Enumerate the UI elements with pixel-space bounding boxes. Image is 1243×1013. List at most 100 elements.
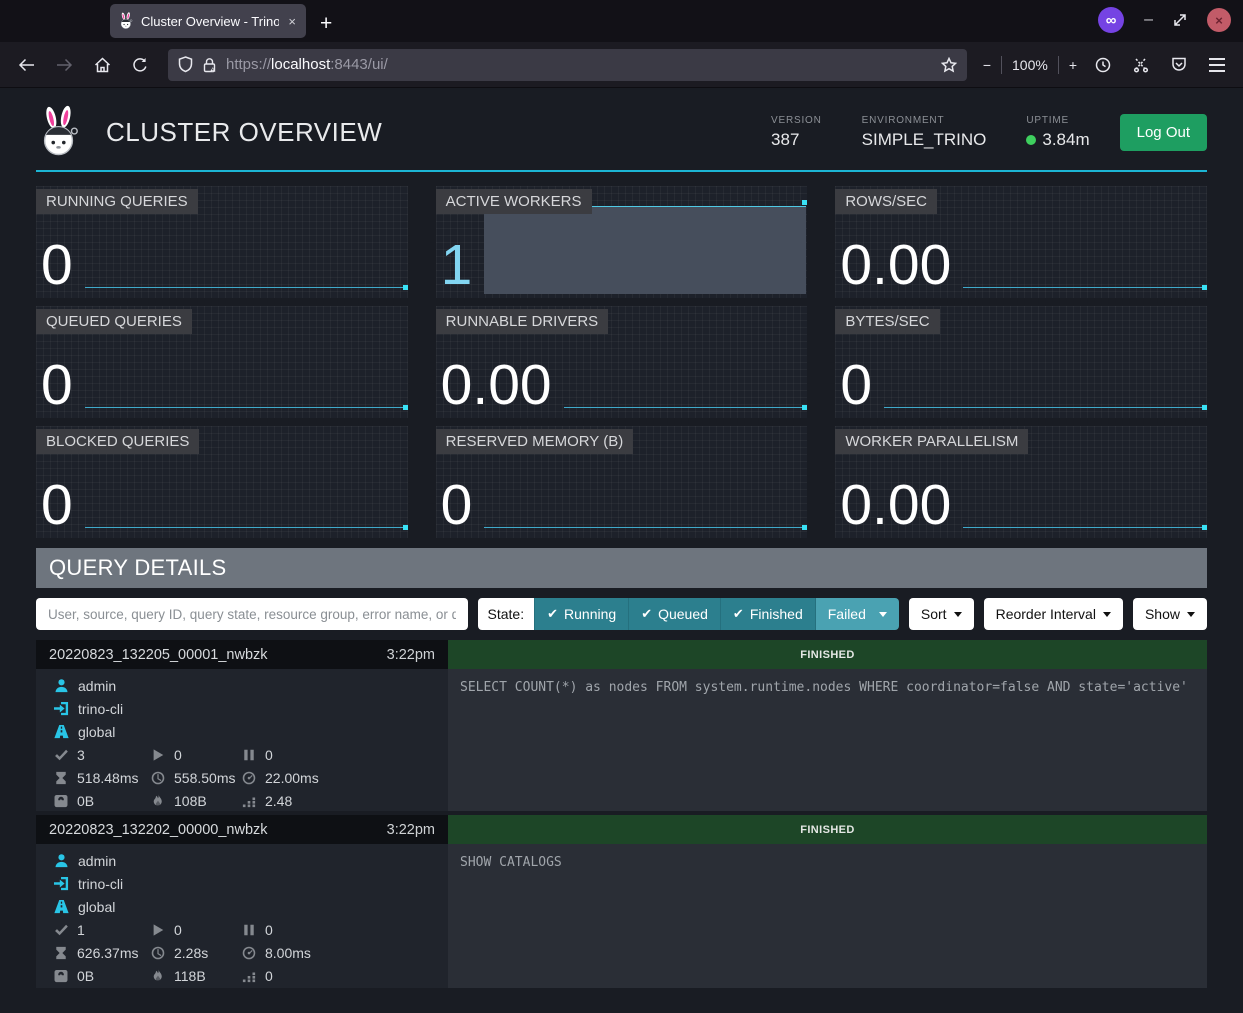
uptime-value: 3.84m [1042, 130, 1089, 150]
tile-bytes-sec: BYTES/SEC 0 [835, 306, 1207, 418]
chevron-down-icon [879, 612, 887, 617]
user-icon [54, 853, 69, 868]
cpu-time-gauge-icon [242, 771, 256, 785]
completed-splits-check-icon [54, 923, 68, 937]
state-filter-group: State: ✔Running ✔Queued ✔Finished Failed [478, 598, 899, 630]
version-block: VERSION 387 [771, 115, 822, 150]
tab-close-icon[interactable]: × [286, 14, 298, 29]
tile-label: QUEUED QUERIES [36, 309, 192, 334]
show-dropdown[interactable]: Show [1133, 598, 1207, 630]
tile-value: 0.00 [840, 478, 951, 532]
url-bar[interactable]: https://localhost:8443/ui/ [168, 49, 967, 81]
menu-hamburger-icon[interactable] [1201, 50, 1233, 80]
query-source: trino-cli [78, 701, 123, 717]
current-memory: 0B [77, 968, 94, 984]
query-id-link[interactable]: 20220823_132205_00001_nwbzk [49, 647, 268, 663]
query-row-header: 20220823_132202_00000_nwbzk 3:22pm FINIS… [36, 815, 1207, 844]
bookmark-star-icon[interactable] [941, 57, 957, 73]
browser-navbar: https://localhost:8443/ui/ − 100% + [0, 42, 1243, 88]
forward-button[interactable] [48, 50, 80, 80]
query-filter-toolbar: State: ✔Running ✔Queued ✔Finished Failed… [36, 598, 1207, 630]
tile-worker-parallelism: WORKER PARALLELISM 0.00 [835, 426, 1207, 538]
sparkline-chart [963, 194, 1206, 288]
state-button-finished[interactable]: ✔Finished [720, 598, 815, 630]
screenshot-scissors-icon[interactable] [1125, 50, 1157, 80]
check-icon: ✔ [547, 606, 558, 622]
tile-label: RESERVED MEMORY (B) [436, 429, 634, 454]
query-resource-group: global [78, 899, 115, 915]
history-clock-icon[interactable] [1087, 50, 1119, 80]
elapsed-time: 558.50ms [174, 770, 235, 786]
state-button-queued[interactable]: ✔Queued [628, 598, 720, 630]
tile-value: 0 [41, 358, 73, 412]
status-green-dot [1026, 135, 1036, 145]
url-path: :8443/ui/ [330, 56, 388, 73]
splits-running: 0 [174, 922, 182, 938]
browser-tab[interactable]: Cluster Overview - Trino × [110, 4, 306, 38]
running-splits-play-icon [151, 923, 165, 937]
tile-reserved-memory: RESERVED MEMORY (B) 0 [436, 426, 808, 538]
tracking-shield-icon[interactable] [178, 56, 193, 73]
tile-label: ACTIVE WORKERS [436, 189, 592, 214]
reload-button[interactable] [124, 50, 156, 80]
elapsed-time-clock-icon [151, 771, 165, 785]
reorder-interval-dropdown[interactable]: Reorder Interval [984, 598, 1123, 630]
home-button[interactable] [86, 50, 118, 80]
tile-runnable-drivers: RUNNABLE DRIVERS 0.00 [436, 306, 808, 418]
query-row-body: admin trino-cli global 3 0 0 518.48ms 55… [36, 669, 1207, 811]
query-time: 3:22pm [387, 647, 435, 663]
query-user: admin [78, 853, 116, 869]
window-close-button[interactable]: × [1207, 8, 1231, 32]
sign-in-source-icon [54, 876, 69, 891]
sort-dropdown[interactable]: Sort [909, 598, 974, 630]
environment-block: ENVIRONMENT SIMPLE_TRINO [862, 115, 987, 150]
queued-splits-pause-icon [242, 923, 256, 937]
page-title: CLUSTER OVERVIEW [106, 117, 382, 148]
tile-value: 0.00 [840, 238, 951, 292]
tile-rows-sec: ROWS/SEC 0.00 [835, 186, 1207, 298]
tile-value: 0 [41, 238, 73, 292]
wall-time: 518.48ms [77, 770, 138, 786]
current-memory: 0B [77, 793, 94, 809]
back-button[interactable] [10, 50, 42, 80]
stat-tiles-grid: RUNNING QUERIES 0 ACTIVE WORKERS 1 ROWS/… [36, 186, 1207, 538]
window-restore-button[interactable] [1173, 13, 1187, 27]
trino-bunny-logo [36, 105, 82, 159]
parallelism-chart-icon [242, 969, 256, 983]
lock-warning-icon[interactable] [202, 57, 217, 73]
queued-splits-pause-icon [242, 748, 256, 762]
query-row-header: 20220823_132205_00001_nwbzk 3:22pm FINIS… [36, 640, 1207, 669]
resource-group-road-icon [54, 899, 69, 914]
cpu-time: 8.00ms [265, 945, 311, 961]
new-tab-button[interactable]: + [320, 13, 332, 34]
state-label: State: [478, 598, 535, 630]
splits-completed: 1 [77, 922, 85, 938]
pocket-save-icon[interactable] [1163, 50, 1195, 80]
state-button-failed[interactable]: Failed [815, 598, 899, 630]
separator [1001, 56, 1002, 74]
tab-title: Cluster Overview - Trino [141, 14, 279, 29]
tab-bar: Cluster Overview - Trino × + ∞ – × [0, 0, 1243, 42]
uptime-label: UPTIME [1026, 115, 1089, 126]
window-minimize-button[interactable]: – [1144, 11, 1153, 29]
browser-window: Cluster Overview - Trino × + ∞ – × https… [0, 0, 1243, 1013]
splits-queued: 0 [265, 747, 273, 763]
running-splits-play-icon [151, 748, 165, 762]
url-text[interactable]: https://localhost:8443/ui/ [226, 56, 932, 73]
trino-favicon-icon [118, 12, 134, 30]
tile-value: 1 [441, 238, 473, 292]
state-button-running[interactable]: ✔Running [534, 598, 628, 630]
check-icon: ✔ [733, 606, 744, 622]
zoom-in-button[interactable]: + [1069, 57, 1077, 73]
tile-value: 0.00 [441, 358, 552, 412]
tile-value: 0 [441, 478, 473, 532]
search-input[interactable] [36, 598, 468, 630]
zoom-out-button[interactable]: − [983, 57, 991, 73]
zoom-level[interactable]: 100% [1012, 57, 1048, 73]
query-user: admin [78, 678, 116, 694]
parallelism-chart-icon [242, 794, 256, 808]
tile-queued-queries: QUEUED QUERIES 0 [36, 306, 408, 418]
tile-running-queries: RUNNING QUERIES 0 [36, 186, 408, 298]
query-id-link[interactable]: 20220823_132202_00000_nwbzk [49, 822, 268, 838]
logout-button[interactable]: Log Out [1120, 114, 1207, 151]
